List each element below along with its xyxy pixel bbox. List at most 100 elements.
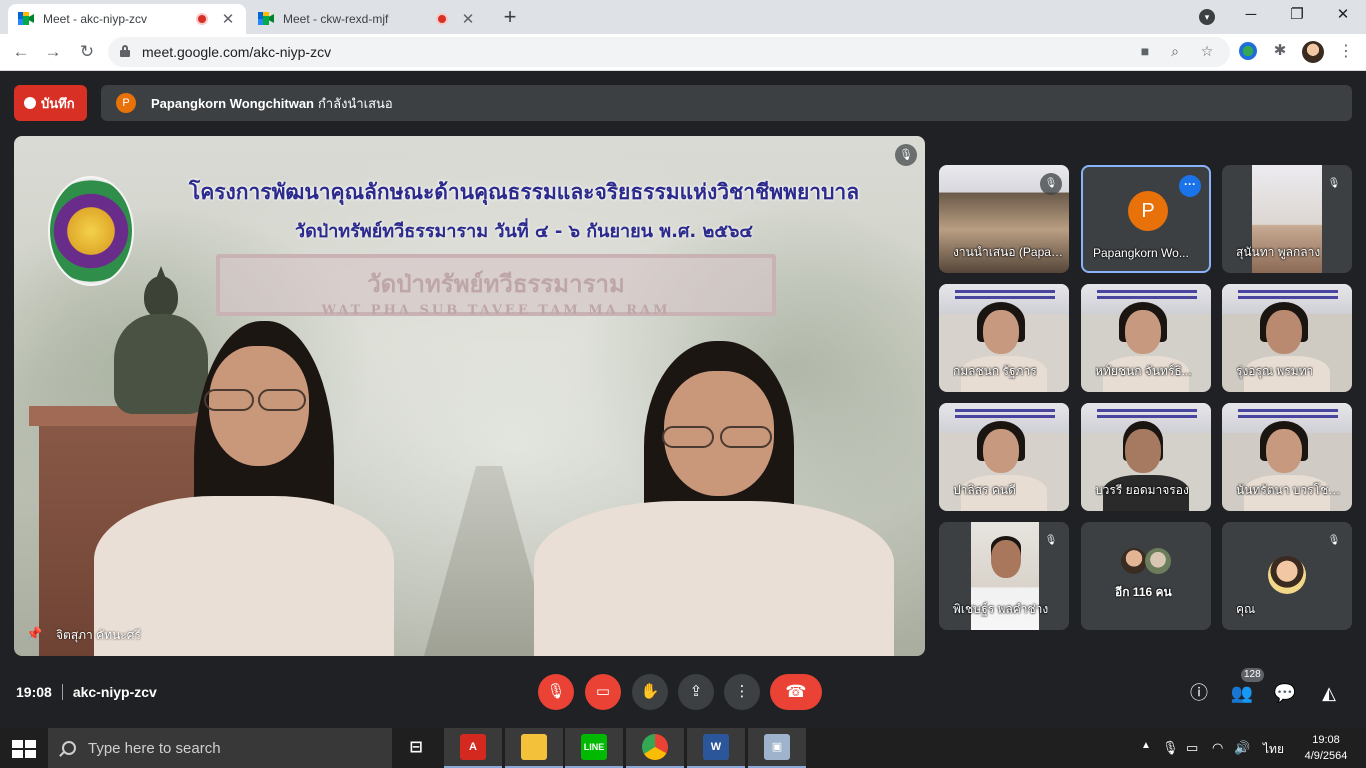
camera-icon[interactable]: ■ <box>1136 43 1154 59</box>
new-tab-button[interactable]: + <box>498 6 522 28</box>
meeting-details-icon[interactable]: ⓘ <box>1185 679 1213 707</box>
hand-icon: ✋ <box>640 683 660 700</box>
computer-icon: ▣ <box>764 734 790 760</box>
tile-papangkorn[interactable]: P ··· Papangkorn Wo... <box>1081 165 1211 273</box>
minimize-button[interactable]: ─ <box>1228 4 1274 26</box>
line-app-icon: LINE <box>581 734 607 760</box>
close-window-button[interactable]: ✕ <box>1320 4 1366 26</box>
university-logo <box>48 176 134 286</box>
more-options-icon[interactable]: ··· <box>1179 175 1201 197</box>
tile-label: พิเชษฐ์ร พลคำช่าง <box>953 602 1049 616</box>
input-language[interactable]: ไทย <box>1263 740 1284 759</box>
search-icon <box>62 741 76 755</box>
taskbar-acrobat[interactable]: A <box>444 728 502 768</box>
forward-arrow-icon[interactable]: → <box>42 41 64 63</box>
reload-icon[interactable]: ↻ <box>76 41 98 63</box>
tile-palisorn[interactable]: ปาลิสร คนดี <box>939 403 1069 511</box>
taskbar-line[interactable]: LINE <box>565 728 623 768</box>
pin-icon[interactable]: 📌 <box>26 626 42 642</box>
leave-call-button[interactable]: ☎ <box>770 674 822 710</box>
wifi-icon[interactable]: ◠ <box>1212 740 1223 756</box>
task-view-icon: ⊟ <box>409 739 423 756</box>
tile-sunantha[interactable]: 🎙 สุนันทา พูลกลาง <box>1222 165 1352 273</box>
lock-icon[interactable] <box>120 45 130 57</box>
battery-icon[interactable]: ▭ <box>1186 740 1198 756</box>
presenting-banner: P Papangkorn Wongchitwan กำลังนำเสนอ <box>101 85 1352 121</box>
project-subline: วัดป่าทรัพย์ทวีธรรมาราม วันที่ ๔ - ๖ กัน… <box>294 221 754 242</box>
chat-icon[interactable]: 💬 <box>1271 679 1299 707</box>
tile-label: อีก 116 คน <box>1115 585 1172 599</box>
people-icon[interactable]: 👥 <box>1228 679 1256 707</box>
google-meet-icon <box>18 11 34 27</box>
tile-you[interactable]: 🎙 คุณ <box>1222 522 1352 630</box>
zoom-icon[interactable]: ⌕ <box>1166 43 1184 60</box>
microphone-toggle-button[interactable]: 🎙 <box>538 674 574 710</box>
volume-icon[interactable]: 🔊 <box>1234 740 1250 756</box>
presenter-name: Papangkorn Wongchitwan <box>151 95 314 111</box>
participant-avatar <box>1121 548 1147 574</box>
tray-chevron-icon[interactable]: ▲ <box>1141 740 1151 751</box>
close-tab-icon[interactable]: ✕ <box>220 10 236 28</box>
bookmark-star-icon[interactable]: ☆ <box>1198 43 1216 60</box>
tile-pichet[interactable]: 🎙 พิเชษฐ์ร พลคำช่าง <box>939 522 1069 630</box>
profile-avatar[interactable] <box>1302 41 1324 63</box>
tile-bawaree[interactable]: บวรรี ยอดมาจรอง <box>1081 403 1211 511</box>
camera-off-icon: ▭ <box>595 683 611 700</box>
record-button[interactable]: บันทึก <box>14 85 87 121</box>
taskbar-word[interactable]: W <box>687 728 745 768</box>
more-options-button[interactable]: ⋮ <box>724 674 760 710</box>
tab-title: Meet - akc-niyp-zcv <box>43 12 148 26</box>
tile-kamonchanok[interactable]: กมลชนก รัฐภาร <box>939 284 1069 392</box>
google-meet-icon <box>258 11 274 27</box>
close-tab-icon[interactable]: ✕ <box>460 10 476 28</box>
extensions-puzzle-icon[interactable]: ✱ <box>1271 42 1289 60</box>
tile-label: บวรรี ยอดมาจรอง <box>1095 483 1189 497</box>
camera-toggle-button[interactable]: ▭ <box>585 674 621 710</box>
tile-nantharat[interactable]: นันทรัตนา บวรโชค... <box>1222 403 1352 511</box>
word-icon: W <box>703 734 729 760</box>
search-placeholder: Type here to search <box>88 739 221 757</box>
extension-globe-icon[interactable] <box>1239 42 1257 60</box>
tile-label: Papangkorn Wo... <box>1093 246 1189 260</box>
tile-label: นันทรัตนา บวรโชค... <box>1236 483 1346 497</box>
tile-label: หทัยชนก จันทร์ธิ... <box>1095 364 1192 378</box>
activities-icon[interactable]: ◭ <box>1315 679 1343 707</box>
project-headline: โครงการพัฒนาคุณลักษณะด้านคุณธรรมและจริยธ… <box>188 180 860 204</box>
present-screen-button[interactable]: ⇪ <box>678 674 714 710</box>
restore-button[interactable]: ❐ <box>1274 4 1320 26</box>
recording-indicator-icon <box>196 13 208 25</box>
taskbar-file-explorer[interactable] <box>505 728 563 768</box>
browser-menu-icon[interactable]: ⋮ <box>1338 41 1354 63</box>
self-avatar <box>1268 556 1306 594</box>
present-screen-icon: ⇪ <box>689 683 703 700</box>
tile-label: สุนันทา พูลกลาง <box>1236 245 1321 259</box>
windows-start-icon[interactable] <box>12 740 36 758</box>
microphone-icon[interactable]: 🎙 <box>1162 740 1179 756</box>
tile-rungarun[interactable]: รุ่งอรุณ พรมทา <box>1222 284 1352 392</box>
record-dot-icon <box>24 97 36 109</box>
tile-label: งานนำเสนอ (Papangko... <box>953 245 1063 259</box>
tab-search-icon[interactable]: ▾ <box>1199 9 1215 25</box>
taskbar-chrome[interactable] <box>626 728 684 768</box>
tab-meet-ckw[interactable]: Meet - ckw-rexd-mjf ✕ <box>248 4 486 34</box>
raise-hand-button[interactable]: ✋ <box>632 674 668 710</box>
system-clock[interactable]: 19:08 4/9/2564 <box>1300 732 1352 764</box>
tile-presentation[interactable]: 🎙 งานนำเสนอ (Papangko... <box>939 165 1069 273</box>
tile-hathaichanok[interactable]: หทัยชนก จันทร์ธิ... <box>1081 284 1211 392</box>
presenter-avatar: P <box>116 93 136 113</box>
browser-tab-strip: Meet - akc-niyp-zcv ✕ Meet - ckw-rexd-mj… <box>0 0 1366 34</box>
task-view-button[interactable]: ⊟ <box>392 728 440 768</box>
mic-off-icon: 🎙 <box>1040 530 1062 552</box>
taskbar-network-app[interactable]: ▣ <box>748 728 806 768</box>
taskbar-search-box[interactable]: Type here to search <box>48 728 392 768</box>
address-bar[interactable]: meet.google.com/akc-niyp-zcv ■ ⌕ ☆ <box>108 37 1230 67</box>
url-text: meet.google.com/akc-niyp-zcv <box>142 44 332 60</box>
mic-off-icon: 🎙 <box>1323 173 1345 195</box>
participants-count-badge: 128 <box>1241 668 1264 682</box>
main-video-stage[interactable]: วัดป่าทรัพย์ทวีธรรมาราม WAT PHA SUB TAVE… <box>14 136 925 656</box>
meet-window: บันทึก P Papangkorn Wongchitwan กำลังนำเ… <box>0 71 1366 728</box>
tile-others[interactable]: อีก 116 คน <box>1081 522 1211 630</box>
back-arrow-icon[interactable]: ← <box>10 41 32 63</box>
tab-meet-akc[interactable]: Meet - akc-niyp-zcv ✕ <box>8 4 246 34</box>
sign-latin-text: WAT PHA SUB TAVEE TAM MA RAM <box>321 303 671 318</box>
